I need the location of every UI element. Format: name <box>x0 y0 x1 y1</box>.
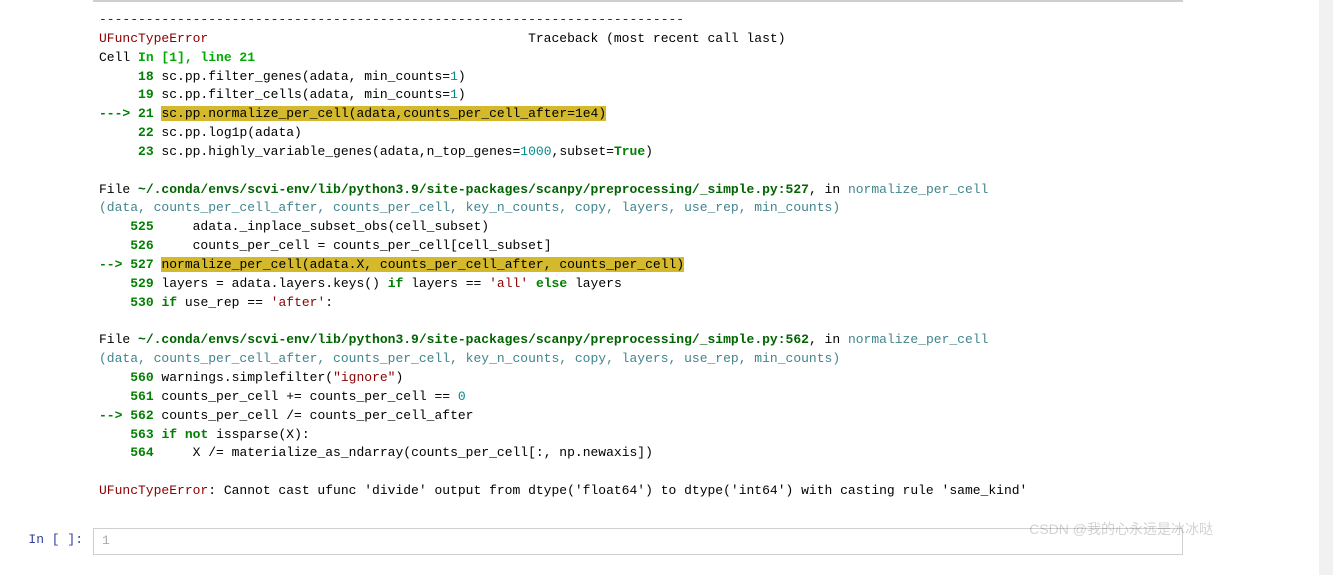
dash-line: ----------------------------------------… <box>99 12 684 27</box>
line-18: sc.pp.filter_genes(adata, min_counts <box>154 69 443 84</box>
code-input-area[interactable]: 1 <box>93 528 1183 555</box>
cell-location: In [1], line 21 <box>138 50 255 65</box>
arrow-21: ---> <box>99 106 138 121</box>
arrow-527: --> <box>99 257 130 272</box>
error-type: UFuncTypeError <box>99 31 208 46</box>
cell-label: Cell <box>99 50 138 65</box>
traceback-label: Traceback (most recent call last) <box>208 31 785 46</box>
input-prompt: In [ ]: <box>0 528 93 555</box>
arrow-562: --> <box>99 408 130 423</box>
file-label-1: File <box>99 182 138 197</box>
vertical-scrollbar[interactable] <box>1319 0 1333 575</box>
file-label-2: File <box>99 332 138 347</box>
file-path-2: ~/.conda/envs/scvi-env/lib/python3.9/sit… <box>138 332 809 347</box>
final-error-type: UFuncTypeError <box>99 483 208 498</box>
file-path-1: ~/.conda/envs/scvi-env/lib/python3.9/sit… <box>138 182 809 197</box>
notebook-output: ----------------------------------------… <box>0 0 1333 555</box>
line-num-18: 18 <box>138 69 154 84</box>
func-name-2: normalize_per_cell <box>848 332 988 347</box>
highlight-line-527: normalize_per_cell(adata <box>161 257 348 272</box>
func-name-1: normalize_per_cell <box>848 182 988 197</box>
output-prompt <box>0 6 93 506</box>
traceback-output[interactable]: ----------------------------------------… <box>93 6 1333 506</box>
line-num-19: 19 <box>138 87 154 102</box>
watermark-text: CSDN @我的心永远是冰冰哒 <box>1029 519 1213 539</box>
highlight-line-21: sc <box>161 106 177 121</box>
final-error-message: : Cannot cast ufunc 'divide' output from… <box>208 483 1027 498</box>
prev-cell-border <box>93 0 1183 2</box>
